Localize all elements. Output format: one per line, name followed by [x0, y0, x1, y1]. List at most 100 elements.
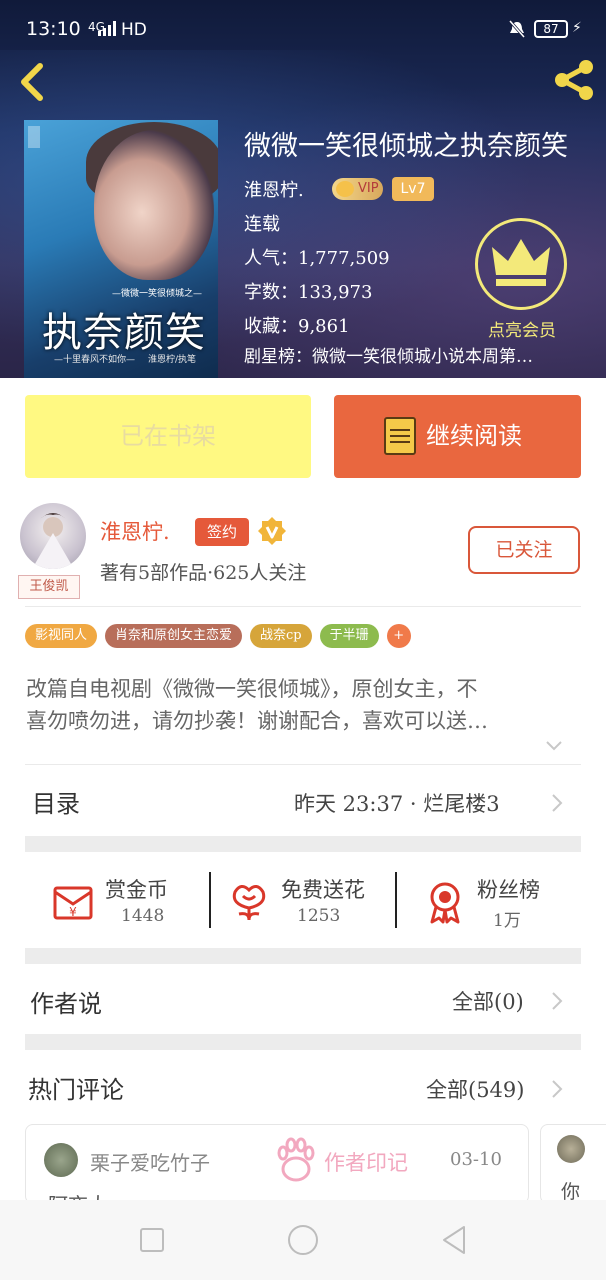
author-says-link: 全部(0) [452, 990, 524, 1014]
cover-tagline: —十里春风不如你— [54, 355, 136, 365]
comment-date: 03-10 [450, 1149, 502, 1170]
follow-button[interactable]: 已关注 [468, 526, 580, 574]
mute-icon [508, 20, 526, 38]
member-label: 点亮会员 [488, 321, 556, 341]
avatar-tag: 王俊凯 [18, 575, 80, 599]
tag-list: 影视同人 肖奈和原创女主恋爱 战奈cp 于半珊 + [25, 624, 411, 650]
chevron-down-icon[interactable] [544, 736, 564, 756]
catalog-latest: 昨天 23:37 · 烂尾楼3 [294, 792, 500, 816]
charging-icon: ⚡ [572, 20, 582, 36]
flower-icon [232, 885, 266, 921]
book-status: 连载 [244, 214, 280, 235]
coins-label: 赏金币 [105, 878, 168, 902]
hd-indicator: HD [121, 20, 147, 40]
chevron-right-icon [552, 1080, 563, 1098]
author-mark-label: 作者印记 [324, 1151, 408, 1175]
system-nav-bar [0, 1200, 606, 1280]
divider [25, 606, 581, 607]
popularity-label: 人气： [244, 248, 298, 269]
book-header: 13:10 4G HD 87 ⚡ —微微一笑很倾城之— 执奈颜笑 —十里春风不如… [0, 0, 606, 378]
member-crown-icon [475, 218, 567, 310]
ranking-link[interactable]: 剧星榜：微微一笑很倾城小说本周第… [244, 342, 596, 367]
stat-separator [209, 872, 211, 928]
comment-card[interactable]: 你 [540, 1124, 606, 1204]
description-line: 改篇自电视剧《微微一笑很倾城》，原创女主，不 [26, 677, 478, 701]
word-count-row: 字数：133,973 [244, 278, 372, 304]
tag-item[interactable]: 于半珊 [319, 624, 379, 648]
tag-item[interactable]: 肖奈和原创女主恋爱 [105, 624, 243, 648]
collections-label: 收藏： [244, 316, 298, 337]
word-count-label: 字数： [244, 282, 298, 303]
section-gap [25, 948, 581, 964]
tag-item[interactable]: 战奈cp [250, 624, 312, 648]
author-avatar[interactable] [20, 503, 86, 569]
description-line: 喜勿喷勿进，请勿抄袭！谢谢配合，喜欢可以送… [26, 709, 488, 733]
coins-value: 1448 [121, 906, 165, 926]
share-icon[interactable] [552, 58, 596, 102]
author-says-title: 作者说 [30, 990, 102, 1018]
home-icon[interactable] [285, 1222, 321, 1258]
author-stats: 著有5部作品·625人关注 [100, 562, 307, 584]
level-badge: Lv7 [392, 177, 434, 201]
book-author[interactable]: 淮恩柠. [244, 176, 304, 202]
cover-subtitle: —微微一笑很倾城之— [112, 289, 203, 299]
battery-icon: 87 [534, 20, 568, 38]
continue-reading-label: 继续阅读 [426, 422, 522, 450]
back-nav-icon[interactable] [436, 1222, 472, 1258]
comment-card[interactable]: 栗子爱吃竹子 作者印记 03-10 阿夜大 [25, 1124, 529, 1204]
book-title: 微微一笑很倾城之执奈颜笑 [244, 131, 568, 162]
signal-icon [98, 20, 116, 36]
bookshelf-button[interactable]: 已在书架 [25, 395, 311, 478]
cover-title: 执奈颜笑 [42, 310, 206, 356]
cover-author: 淮恩柠/执笔 [148, 355, 197, 365]
paw-icon [277, 1137, 315, 1182]
book-icon [384, 417, 416, 455]
crown-icon [336, 181, 354, 197]
svg-text:¥: ¥ [69, 905, 77, 919]
book-cover[interactable]: —微微一笑很倾城之— 执奈颜笑 —十里春风不如你— 淮恩柠/执笔 [24, 120, 218, 378]
word-count-value: 133,973 [298, 282, 373, 303]
stats-row: ¥ 赏金币 1448 免费送花 1253 粉丝榜 1万 [25, 852, 581, 948]
commenter-avatar[interactable] [557, 1135, 585, 1163]
book-description[interactable]: 改篇自电视剧《微微一笑很倾城》，原创女主，不 喜勿喷勿进，请勿抄袭！谢谢配合，喜… [26, 673, 580, 737]
recent-apps-icon[interactable] [134, 1222, 170, 1258]
tag-item[interactable]: 影视同人 [25, 624, 98, 648]
fans-stat[interactable]: 粉丝榜 1万 [423, 852, 573, 948]
author-name[interactable]: 淮恩柠. [100, 516, 170, 546]
vip-badge: VIP [332, 178, 383, 200]
stat-separator [395, 872, 397, 928]
status-time: 13:10 [26, 18, 81, 40]
member-button[interactable]: 点亮会员 [472, 218, 572, 341]
medal-icon [430, 882, 460, 924]
section-gap [25, 1034, 581, 1050]
popularity-row: 人气：1,777,509 [244, 244, 390, 270]
chevron-right-icon [552, 992, 563, 1010]
red-envelope-icon: ¥ [53, 886, 93, 920]
back-icon[interactable] [14, 60, 50, 104]
chevron-right-icon [552, 794, 563, 812]
cover-badge [28, 126, 40, 148]
flowers-stat[interactable]: 免费送花 1253 [227, 852, 397, 948]
status-bar: 13:10 4G HD 87 ⚡ [0, 0, 606, 50]
cover-figure [94, 130, 214, 280]
fans-label: 粉丝榜 [477, 878, 540, 902]
add-tag-button[interactable]: + [386, 624, 411, 648]
popularity-value: 1,777,509 [298, 248, 390, 269]
vip-label: VIP [358, 181, 379, 196]
commenter-name[interactable]: 栗子爱吃竹子 [90, 1147, 210, 1176]
collections-row: 收藏：9,861 [244, 312, 350, 338]
hot-comments-link: 全部(549) [426, 1078, 525, 1102]
flowers-value: 1253 [297, 906, 341, 926]
coins-stat[interactable]: ¥ 赏金币 1448 [51, 852, 211, 948]
catalog-title: 目录 [32, 790, 80, 818]
section-gap [25, 836, 581, 852]
fans-value: 1万 [493, 911, 521, 931]
hot-comments-title: 热门评论 [28, 1076, 124, 1104]
commenter-avatar[interactable] [44, 1143, 78, 1177]
continue-reading-button[interactable]: 继续阅读 [334, 395, 581, 478]
divider [25, 764, 581, 765]
book-info: 微微一笑很倾城之执奈颜笑 淮恩柠. VIP Lv7 连载 人气：1,777,50… [244, 124, 596, 367]
flowers-label: 免费送花 [281, 878, 365, 902]
collections-value: 9,861 [298, 316, 350, 337]
signed-badge: 签约 [195, 518, 249, 546]
